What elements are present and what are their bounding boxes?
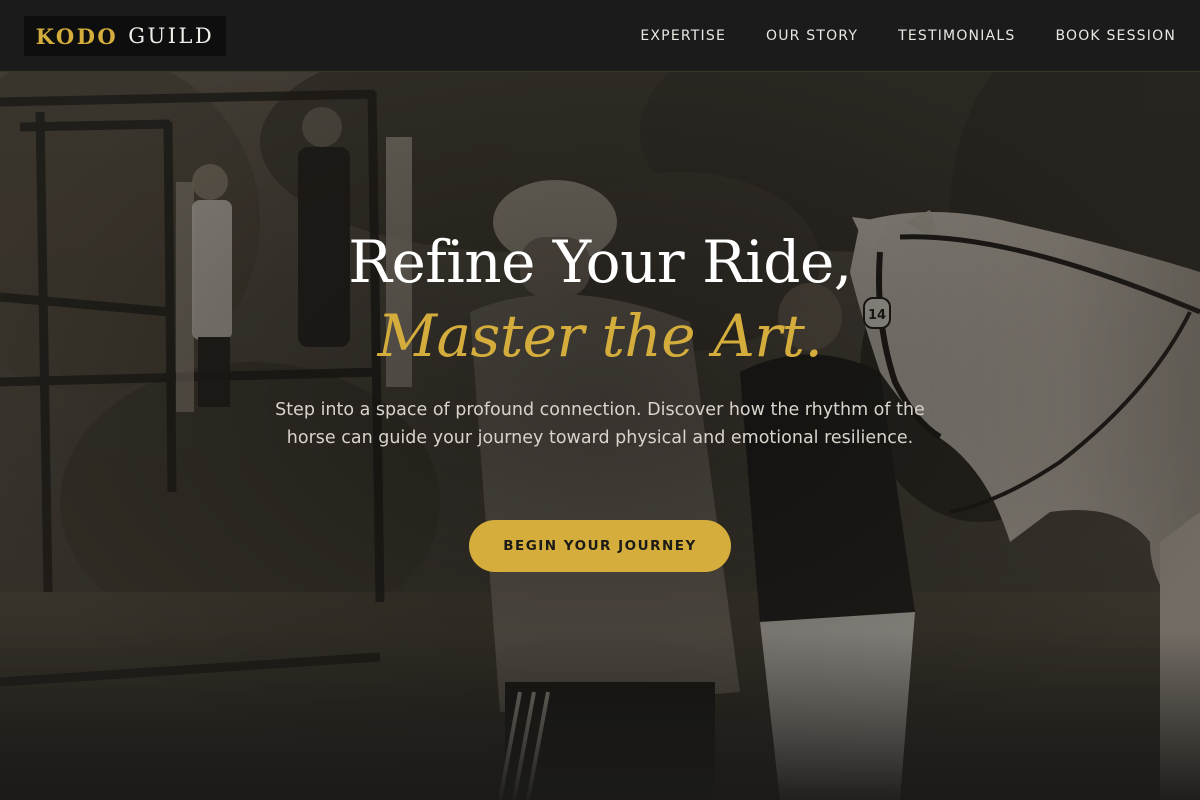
nav-link-book-session[interactable]: BOOK SESSION (1055, 28, 1176, 44)
hero-description: Step into a space of profound connection… (275, 400, 925, 448)
nav-link-expertise[interactable]: EXPERTISE (640, 28, 726, 44)
nav-link-testimonials[interactable]: TESTIMONIALS (898, 28, 1015, 44)
hero-title-line-2: Master the Art. (377, 302, 823, 370)
brand-word-kodo: KODO (35, 23, 119, 49)
hero-title-line-1: Refine Your Ride, (348, 228, 852, 296)
brand-word-guild: GUILD (128, 24, 215, 48)
nav-menu: EXPERTISE OUR STORY TESTIMONIALS BOOK SE… (600, 0, 1176, 72)
begin-journey-button[interactable]: BEGIN YOUR JOURNEY (469, 520, 731, 572)
hero-section: 14 Refine Your Ride, Master the Art. Ste… (0, 72, 1200, 800)
brand-logo[interactable]: KODO GUILD (24, 16, 226, 56)
nav-link-our-story[interactable]: OUR STORY (766, 28, 858, 44)
top-navigation: KODO GUILD EXPERTISE OUR STORY TESTIMONI… (0, 0, 1200, 72)
